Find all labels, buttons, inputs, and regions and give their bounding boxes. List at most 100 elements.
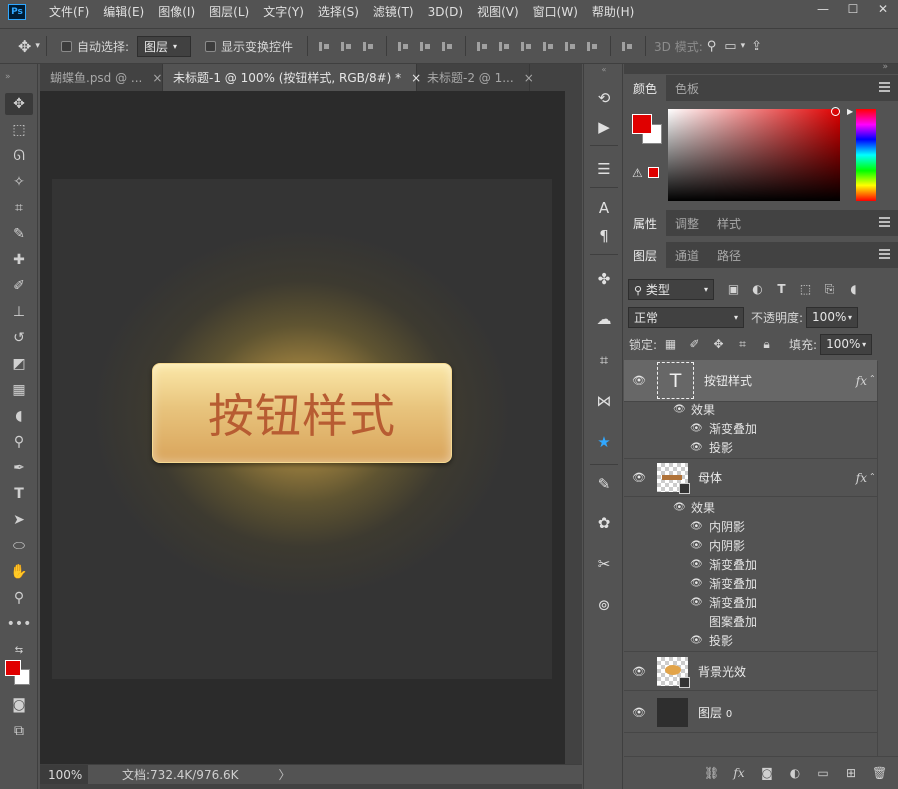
opacity-field[interactable]: 100% ▾ [806, 306, 859, 328]
distribute-vcenter-icon[interactable] [499, 40, 511, 53]
tab-swatches[interactable]: 色板 [666, 75, 708, 101]
add-layer-style-icon[interactable]: fx [732, 766, 746, 780]
fx-icon[interactable]: fx [856, 374, 867, 388]
menu-filter[interactable]: 滤镜(T) [366, 0, 421, 24]
close-tab-icon[interactable]: × [152, 71, 162, 85]
visibility-eye-icon[interactable]: 👁︎ [690, 578, 703, 589]
distribute-bottom-icon[interactable] [521, 40, 533, 53]
auto-select-option[interactable]: 自动选择: [60, 38, 129, 55]
tab-styles[interactable]: 样式 [708, 210, 750, 236]
star-icon[interactable]: ★ [590, 429, 618, 455]
visibility-eye-icon[interactable]: 👁︎ [624, 471, 654, 484]
more-tools-icon[interactable]: ••• [5, 613, 33, 635]
collapse-effects-icon[interactable]: ⌃ [869, 374, 876, 383]
shapes-icon[interactable]: ✿ [590, 510, 618, 536]
quick-mask-icon[interactable]: ◙ [5, 694, 33, 716]
distribute-hcenter-icon[interactable] [565, 40, 577, 53]
distribute-left-icon[interactable] [543, 40, 555, 53]
measure-icon[interactable]: ✎ [590, 471, 618, 497]
ellipse-tool-icon[interactable]: ⬭ [5, 535, 33, 557]
tab-paths[interactable]: 路径 [708, 242, 750, 268]
hand-tool-icon[interactable]: ✋ [5, 561, 33, 583]
menu-type[interactable]: 文字(Y) [256, 0, 311, 24]
magic-wand-tool-icon[interactable]: ✧ [5, 171, 33, 193]
zoom-tool-icon[interactable]: ⚲ [5, 587, 33, 609]
status-menu-arrow[interactable]: 〉 [279, 766, 291, 783]
eraser-tool-icon[interactable]: ◩ [5, 353, 33, 375]
gamut-color-swatch[interactable] [648, 167, 659, 178]
visibility-eye-icon[interactable]: 👁︎ [673, 404, 686, 415]
visibility-eye-icon[interactable]: 👁︎ [690, 540, 703, 551]
collapse-arrows-icon[interactable]: » [882, 62, 888, 72]
visibility-eye-icon[interactable]: 👁︎ [624, 374, 654, 387]
lasso-tool-icon[interactable]: ᘏ [5, 145, 33, 167]
tab-adjustments[interactable]: 调整 [666, 210, 708, 236]
add-mask-icon[interactable]: ◙ [760, 766, 774, 780]
align-right-icon[interactable] [442, 40, 454, 53]
marquee-tool-icon[interactable]: ⬚ [5, 119, 33, 141]
filter-type-icon[interactable]: T [774, 282, 789, 297]
search-icon[interactable]: ⚲ [707, 39, 717, 54]
dodge-tool-icon[interactable]: ⚲ [5, 431, 33, 453]
lock-transparent-icon[interactable]: ▦ [663, 337, 678, 352]
gradient-tool-icon[interactable]: ▦ [5, 379, 33, 401]
align-bottom-icon[interactable] [363, 40, 375, 53]
fx-icon[interactable]: fx [856, 471, 867, 485]
tab-document-2[interactable]: 未标题-1 @ 100% (按钮样式, RGB/8#) * × [163, 64, 421, 91]
paragraph-icon[interactable]: ¶ [590, 223, 618, 249]
layer-row-glow[interactable]: 👁︎ 背景光效 [624, 651, 877, 691]
visibility-eye-icon[interactable]: 👁︎ [690, 597, 703, 608]
auto-align-icon[interactable] [622, 40, 634, 53]
character-icon[interactable]: A [590, 195, 618, 221]
new-layer-icon[interactable]: ⊞ [844, 766, 858, 780]
layer-name[interactable]: 母体 [698, 469, 722, 486]
history-icon[interactable]: ⟲ [590, 85, 618, 111]
paths-icon[interactable]: ⋈ [590, 388, 618, 414]
tab-layers[interactable]: 图层 [624, 242, 667, 268]
eyedropper-tool-icon[interactable]: ✎ [5, 223, 33, 245]
tab-properties[interactable]: 属性 [624, 210, 667, 236]
visibility-eye-icon[interactable]: 👁︎ [624, 706, 654, 719]
creative-cloud-icon[interactable]: ⊚ [590, 592, 618, 618]
layer-name[interactable]: 按钮样式 [704, 372, 752, 389]
layer-name[interactable]: 背景光效 [698, 663, 746, 680]
align-left-icon[interactable] [398, 40, 410, 53]
visibility-eye-icon[interactable]: 👁︎ [690, 521, 703, 532]
auto-select-dropdown[interactable]: 图层 ▾ [136, 35, 191, 57]
plugins-icon[interactable]: ✤ [590, 266, 618, 292]
chevron-down-icon[interactable]: ▾ [35, 41, 40, 51]
crop-tool-icon[interactable]: ⌗ [5, 197, 33, 219]
filter-shape-icon[interactable]: ⬚ [798, 282, 813, 297]
align-vcenter-icon[interactable] [341, 40, 353, 53]
menu-help[interactable]: 帮助(H) [585, 0, 641, 24]
blend-mode-dropdown[interactable]: 正常 ▾ [628, 306, 744, 328]
menu-image[interactable]: 图像(I) [151, 0, 202, 24]
path-selection-tool-icon[interactable]: ➤ [5, 509, 33, 531]
chevron-down-icon[interactable]: ▾ [741, 41, 746, 51]
lock-image-icon[interactable]: ✐ [687, 337, 702, 352]
tab-document-1[interactable]: 蝴蝶鱼.psd @ ... × [40, 64, 163, 91]
collapse-arrows-icon[interactable]: « [590, 64, 618, 74]
history-brush-tool-icon[interactable]: ↺ [5, 327, 33, 349]
gamut-warning-icon[interactable]: ⚠ [632, 166, 643, 180]
lock-all-icon[interactable]: 🔒︎ [759, 337, 774, 352]
filter-adjustment-icon[interactable]: ◐ [750, 282, 765, 297]
brush-tool-icon[interactable]: ✐ [5, 275, 33, 297]
stamp-tool-icon[interactable]: ⊥ [5, 301, 33, 323]
new-adjustment-layer-icon[interactable]: ◐ [788, 766, 802, 780]
crop-icon[interactable]: ⌗ [590, 347, 618, 373]
show-transform-checkbox[interactable] [204, 40, 216, 52]
move-tool-preset-icon[interactable]: ✥ [18, 37, 31, 56]
delete-layer-icon[interactable]: 🗑︎ [872, 766, 887, 780]
menu-file[interactable]: 文件(F) [42, 0, 96, 24]
actions-play-icon[interactable]: ▶ [590, 114, 618, 140]
healing-brush-tool-icon[interactable]: ✚ [5, 249, 33, 271]
foreground-color-swatch[interactable] [632, 114, 652, 134]
hue-slider[interactable] [856, 109, 876, 201]
layer-row-shape[interactable]: 👁︎ 母体 fx [624, 458, 877, 497]
swap-colors-icon[interactable]: ⇆ [5, 639, 33, 661]
menu-select[interactable]: 选择(S) [311, 0, 366, 24]
move-tool-icon[interactable]: ✥ [5, 93, 33, 115]
visibility-eye-icon[interactable]: 👁︎ [624, 665, 654, 678]
horizontal-scrollbar[interactable] [40, 784, 582, 789]
